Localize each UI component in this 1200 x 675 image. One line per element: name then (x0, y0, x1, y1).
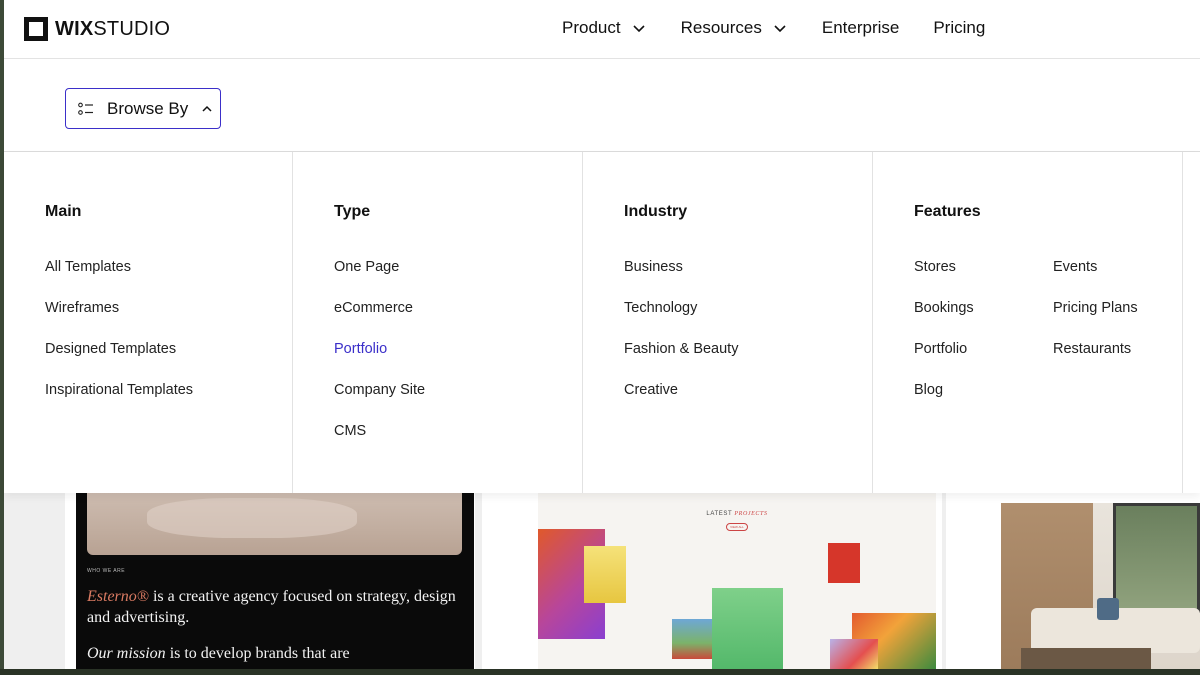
menu-item-designed-templates[interactable]: Designed Templates (45, 341, 193, 382)
menu-column-features: Features Stores Bookings Portfolio Blog … (873, 152, 1183, 493)
template-thumbnail: WHO WE ARE Esterno® is a creative agency… (76, 493, 474, 670)
wix-studio-logo[interactable]: WIXSTUDIO (24, 17, 170, 41)
chevron-down-icon (774, 25, 786, 33)
menu-item-wireframes[interactable]: Wireframes (45, 300, 193, 341)
browse-mega-menu: Main All Templates Wireframes Designed T… (4, 152, 1200, 493)
window-bottom-edge (0, 669, 1200, 675)
template-card-projects[interactable]: LATEST PROJECTS VIEW ALL (482, 493, 942, 670)
living-room-image (1001, 503, 1200, 670)
table-shape (1021, 648, 1151, 670)
template-previews: WHO WE ARE Esterno® is a creative agency… (4, 493, 1200, 670)
site-header: WIXSTUDIO Product Resources Enterprise P… (4, 0, 1200, 59)
menu-column-industry: Industry Business Technology Fashion & B… (583, 152, 873, 493)
menu-item-business[interactable]: Business (624, 259, 738, 300)
menu-item-all-templates[interactable]: All Templates (45, 259, 193, 300)
menu-item-technology[interactable]: Technology (624, 300, 738, 341)
nav-pricing-label: Pricing (933, 18, 986, 37)
nav-product-label: Product (562, 18, 621, 37)
nav-enterprise[interactable]: Enterprise (822, 18, 899, 38)
logo-mark-icon (24, 17, 48, 41)
column-title-main: Main (45, 203, 82, 220)
preview-mission: Our mission is to develop brands that ar… (87, 645, 350, 662)
column-title-features: Features (914, 203, 981, 220)
pillow-shape (1097, 598, 1119, 620)
nav-pricing[interactable]: Pricing (933, 18, 985, 38)
menu-item-bookings[interactable]: Bookings (914, 300, 974, 341)
preview-headline: Esterno® is a creative agency focused on… (87, 588, 456, 626)
hands-photo (87, 493, 462, 555)
menu-item-fashion-beauty[interactable]: Fashion & Beauty (624, 341, 738, 382)
menu-item-features-portfolio[interactable]: Portfolio (914, 341, 974, 382)
features-list-1: Stores Bookings Portfolio Blog (914, 259, 974, 423)
menu-item-events[interactable]: Events (1053, 259, 1138, 300)
type-list: One Page eCommerce Portfolio Company Sit… (334, 259, 425, 464)
menu-item-creative[interactable]: Creative (624, 382, 738, 423)
template-thumbnail: LATEST PROJECTS VIEW ALL (538, 493, 936, 670)
list-icon (78, 102, 93, 115)
chevron-up-icon (202, 105, 212, 112)
menu-item-pricing-plans[interactable]: Pricing Plans (1053, 300, 1138, 341)
browse-bar: Browse By (4, 59, 1200, 152)
browse-by-button[interactable]: Browse By (65, 88, 221, 129)
image-tile (828, 543, 860, 583)
main-nav: Product Resources Enterprise Pricing (562, 18, 985, 38)
image-tile (712, 588, 783, 670)
menu-item-inspirational-templates[interactable]: Inspirational Templates (45, 382, 193, 423)
menu-item-ecommerce[interactable]: eCommerce (334, 300, 425, 341)
features-list-2: Events Pricing Plans Restaurants (1053, 259, 1138, 382)
industry-list: Business Technology Fashion & Beauty Cre… (624, 259, 738, 423)
column-title-industry: Industry (624, 203, 688, 220)
image-tile (584, 546, 626, 603)
menu-item-stores[interactable]: Stores (914, 259, 974, 300)
menu-item-company-site[interactable]: Company Site (334, 382, 425, 423)
window-shape (1113, 503, 1200, 613)
menu-item-blog[interactable]: Blog (914, 382, 974, 423)
nav-enterprise-label: Enterprise (821, 18, 900, 37)
chevron-down-icon (633, 25, 645, 33)
menu-column-main: Main All Templates Wireframes Designed T… (4, 152, 293, 493)
preview-projects-title: LATEST PROJECTS (706, 511, 768, 517)
menu-item-one-page[interactable]: One Page (334, 259, 425, 300)
template-card-esterno[interactable]: WHO WE ARE Esterno® is a creative agency… (65, 493, 475, 670)
column-title-type: Type (334, 203, 371, 220)
menu-item-restaurants[interactable]: Restaurants (1053, 341, 1138, 382)
logo-text: WIXSTUDIO (55, 17, 171, 40)
preview-view-all: VIEW ALL (726, 523, 748, 531)
template-card-interior[interactable] (946, 493, 1200, 670)
menu-item-cms[interactable]: CMS (334, 423, 425, 464)
menu-item-portfolio-active[interactable]: Portfolio (334, 341, 425, 382)
main-list: All Templates Wireframes Designed Templa… (45, 259, 193, 423)
preview-small-label: WHO WE ARE (87, 568, 126, 574)
nav-product[interactable]: Product (562, 18, 647, 38)
image-tile (830, 639, 878, 670)
menu-column-type: Type One Page eCommerce Portfolio Compan… (293, 152, 583, 493)
nav-resources[interactable]: Resources (681, 18, 788, 38)
nav-resources-label: Resources (680, 18, 762, 37)
browse-by-label: Browse By (107, 98, 189, 118)
